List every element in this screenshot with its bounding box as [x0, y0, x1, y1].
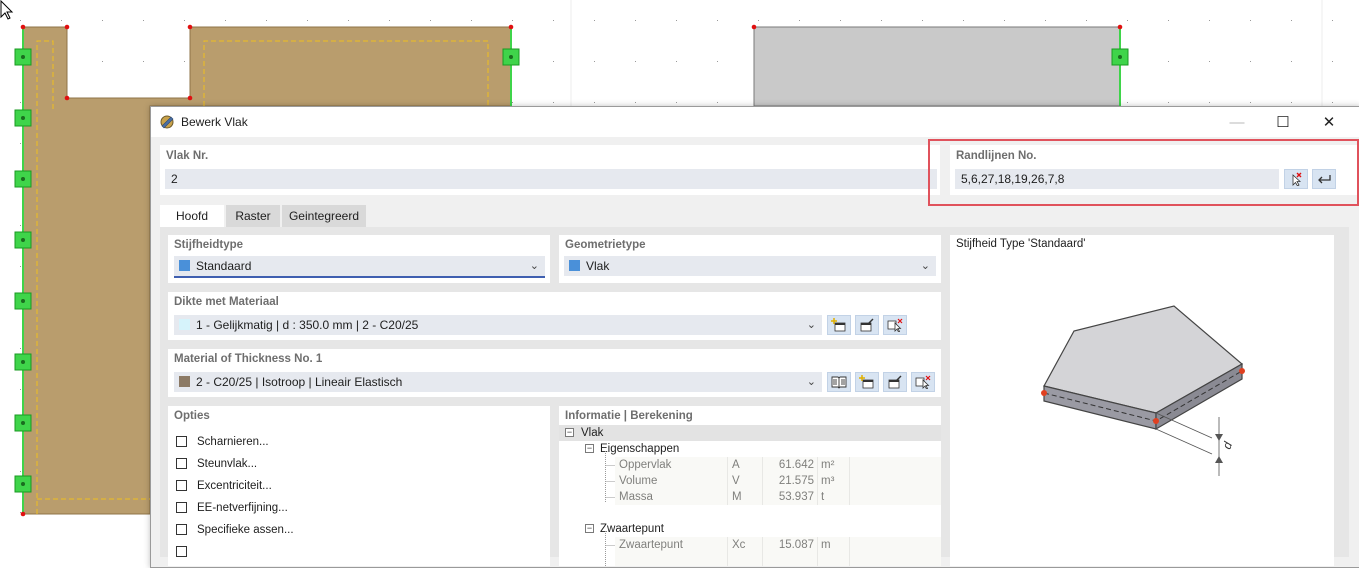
select-from-model-icon: [887, 318, 903, 332]
new-thickness-button[interactable]: [827, 315, 851, 335]
surface-gray-shape[interactable]: [753, 26, 1121, 107]
thickness-color-swatch: [179, 319, 190, 330]
dialog-title: Bewerk Vlak: [181, 115, 248, 129]
stiffness-preview-panel: Stijfheid Type 'Standaard' d: [950, 235, 1334, 566]
material-library-button[interactable]: [827, 372, 851, 392]
thickness-label: Dikte met Materiaal: [174, 296, 279, 308]
new-item-icon: [859, 375, 874, 389]
tree-root-label: Vlak: [581, 427, 604, 439]
tree-row-centroid: Zwaartepunt Xc 15.087 m: [619, 539, 831, 551]
stiffness-type-value: Standaard: [196, 259, 252, 273]
maximize-button[interactable]: ☐: [1260, 107, 1306, 137]
highlight-annotation: [928, 139, 1359, 206]
mesh-refinement-checkbox[interactable]: [176, 502, 187, 513]
info-tree[interactable]: − Vlak − Eigenschappen Oppervlak A 61.64…: [559, 425, 941, 566]
material-color-swatch: [179, 376, 190, 387]
thickness-value: 1 - Gelijkmatig | d : 350.0 mm | 2 - C20…: [196, 318, 419, 332]
edit-item-icon: [888, 375, 902, 389]
options-label: Opties: [174, 410, 210, 422]
material-panel: Material of Thickness No. 1 2 - C20/25 |…: [168, 349, 941, 397]
select-from-model-icon: [915, 375, 931, 389]
support-surface-checkbox[interactable]: [176, 458, 187, 469]
tab-geintegreerd[interactable]: Geintegreerd: [282, 205, 366, 227]
new-material-button[interactable]: [855, 372, 879, 392]
stiffness-type-select[interactable]: Standaard ⌄: [174, 256, 545, 278]
tree-group-centroid[interactable]: − Zwaartepunt: [559, 521, 941, 537]
material-select[interactable]: 2 - C20/25 | Isotroop | Lineair Elastisc…: [174, 372, 822, 392]
tab-panel-hoofd: Stijfheidtype Standaard ⌄ Geometrietype …: [160, 227, 1349, 566]
geometry-type-panel: Geometrietype Vlak ⌄: [559, 235, 941, 283]
thickness-dim-label: d: [1220, 440, 1236, 451]
info-panel: Informatie | Berekening − Vlak − Eigensc…: [559, 406, 941, 566]
select-material-button[interactable]: [911, 372, 935, 392]
eccentricity-checkbox[interactable]: [176, 480, 187, 491]
stiffness-type-color-swatch: [179, 260, 190, 271]
tab-hoofd[interactable]: Hoofd: [160, 205, 224, 227]
tree-group-properties[interactable]: − Eigenschappen: [559, 441, 941, 457]
partial-checkbox[interactable]: [176, 546, 187, 557]
specific-axes-checkbox[interactable]: [176, 524, 187, 535]
stiffness-type-label: Stijfheidtype: [174, 239, 244, 251]
plate-preview-illustration: d: [1041, 305, 1245, 476]
tree-row-area: Oppervlak A 61.642 m²: [619, 459, 835, 471]
preview-title: Stijfheid Type 'Standaard': [956, 238, 1086, 250]
edit-surface-dialog: Bewerk Vlak — ☐ ✕ Vlak Nr. 2 Randlijnen …: [150, 106, 1359, 568]
edit-item-icon: [860, 318, 874, 332]
hinges-checkbox[interactable]: [176, 436, 187, 447]
close-button[interactable]: ✕: [1306, 107, 1352, 137]
geometry-type-label: Geometrietype: [565, 239, 646, 251]
tree-row-mass: Massa M 53.937 t: [619, 491, 825, 503]
app-icon: [160, 115, 174, 129]
select-thickness-button[interactable]: [883, 315, 907, 335]
chevron-down-icon: ⌄: [806, 376, 816, 388]
tree-root-row[interactable]: − Vlak: [559, 425, 941, 441]
material-value: 2 - C20/25 | Isotroop | Lineair Elastisc…: [196, 375, 403, 389]
chevron-down-icon: ⌄: [806, 319, 816, 331]
edit-material-button[interactable]: [883, 372, 907, 392]
chevron-down-icon: ⌄: [529, 260, 539, 272]
geometry-type-value: Vlak: [586, 259, 610, 273]
tab-raster[interactable]: Raster: [226, 205, 280, 227]
thickness-panel: Dikte met Materiaal 1 - Gelijkmatig | d …: [168, 292, 941, 340]
thickness-select[interactable]: 1 - Gelijkmatig | d : 350.0 mm | 2 - C20…: [174, 315, 822, 335]
geometry-type-select[interactable]: Vlak ⌄: [564, 256, 936, 276]
tree-row-volume: Volume V 21.575 m³: [619, 475, 835, 487]
library-book-icon: [831, 376, 847, 389]
info-label: Informatie | Berekening: [565, 410, 693, 422]
options-panel: Opties Scharnieren... Steunvlak... Excen…: [168, 406, 550, 566]
geometry-type-color-swatch: [569, 260, 580, 271]
material-label: Material of Thickness No. 1: [174, 353, 323, 365]
surface-no-panel: Vlak Nr. 2: [160, 145, 940, 195]
stiffness-type-panel: Stijfheidtype Standaard ⌄: [168, 235, 550, 283]
minimize-button[interactable]: —: [1214, 107, 1260, 137]
edit-thickness-button[interactable]: [855, 315, 879, 335]
dialog-titlebar[interactable]: Bewerk Vlak — ☐ ✕: [151, 107, 1359, 137]
new-item-icon: [831, 318, 846, 332]
surface-no-label: Vlak Nr.: [166, 150, 209, 162]
chevron-down-icon: ⌄: [920, 260, 930, 272]
surface-no-field[interactable]: 2: [165, 169, 937, 189]
